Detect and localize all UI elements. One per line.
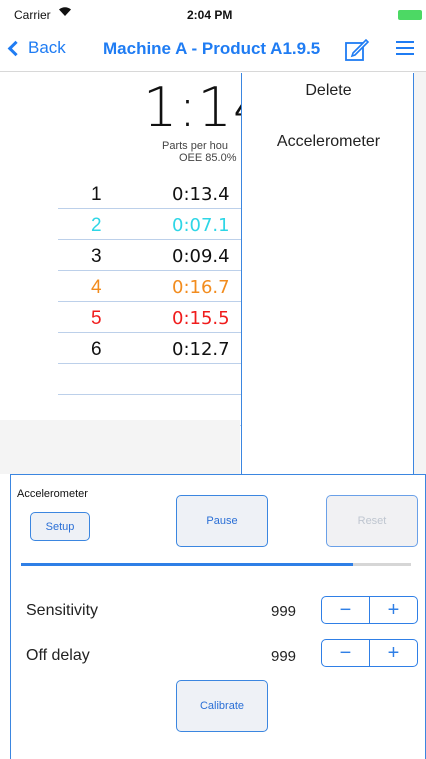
lap-time: 0:12.7 [172, 339, 230, 360]
lap-row: 3 0:09.4 [58, 240, 244, 271]
off-delay-decrement-button[interactable]: − [322, 640, 370, 666]
wifi-icon [58, 5, 72, 20]
background-strip [0, 420, 240, 474]
sensitivity-value: 999 [271, 603, 297, 620]
lap-number: 4 [91, 277, 102, 298]
pause-button[interactable]: Pause [176, 495, 268, 547]
oee-label: OEE 85.0% [179, 152, 237, 164]
off-delay-increment-button[interactable]: + [370, 640, 417, 666]
lap-time: 0:09.4 [172, 246, 230, 267]
status-bar: Carrier 2:04 PM [0, 0, 426, 30]
lap-time: 0:16.7 [172, 277, 230, 298]
lap-row-empty [58, 364, 244, 395]
panel-title: Accelerometer [17, 488, 88, 500]
lap-row: 4 0:16.7 [58, 271, 244, 302]
sensitivity-increment-button[interactable]: + [370, 597, 417, 623]
compose-icon[interactable] [344, 38, 370, 62]
page-title: Machine A - Product A1.9.5 [103, 39, 321, 58]
hamburger-menu-icon[interactable] [396, 41, 414, 57]
menu-item-accelerometer[interactable]: Accelerometer [242, 133, 415, 151]
chevron-left-icon [7, 40, 24, 57]
back-button[interactable]: Back [7, 38, 66, 58]
off-delay-stepper: − + [321, 639, 418, 667]
lap-time: 0:13.4 [172, 184, 230, 205]
lap-row: 1 0:13.4 [58, 178, 244, 209]
battery-icon [398, 10, 422, 20]
lap-number: 1 [91, 184, 102, 205]
options-dropdown-menu: Delete Accelerometer [241, 73, 414, 475]
parts-per-hour-label: Parts per hou [162, 140, 229, 152]
lap-row: 6 0:12.7 [58, 333, 244, 364]
setup-button[interactable]: Setup [30, 512, 90, 541]
lap-number: 5 [91, 308, 102, 329]
lap-time: 0:07.1 [172, 215, 230, 236]
sensitivity-decrement-button[interactable]: − [322, 597, 370, 623]
progress-bar [21, 563, 411, 566]
sensitivity-stepper: − + [321, 596, 418, 624]
calibrate-button[interactable]: Calibrate [176, 680, 268, 732]
accelerometer-panel: Accelerometer Setup Pause Reset Sensitiv… [10, 474, 426, 759]
off-delay-label: Off delay [26, 647, 90, 664]
back-label: Back [28, 38, 66, 57]
carrier-label: Carrier [14, 8, 51, 22]
status-time: 2:04 PM [187, 8, 233, 22]
lap-number: 6 [91, 339, 102, 360]
sensitivity-label: Sensitivity [26, 602, 99, 619]
menu-item-delete[interactable]: Delete [242, 82, 415, 100]
progress-bar-fill [21, 563, 353, 566]
off-delay-value: 999 [271, 648, 297, 665]
lap-time: 0:15.5 [172, 308, 230, 329]
lap-list: 1 0:13.4 2 0:07.1 3 0:09.4 4 0:16.7 5 0:… [58, 178, 244, 426]
lap-row: 2 0:07.1 [58, 209, 244, 240]
reset-button[interactable]: Reset [326, 495, 418, 547]
lap-number: 3 [91, 246, 102, 267]
lap-row: 5 0:15.5 [58, 302, 244, 333]
navigation-bar: Back Machine A - Product A1.9.5 [0, 30, 426, 72]
lap-number: 2 [91, 215, 102, 236]
